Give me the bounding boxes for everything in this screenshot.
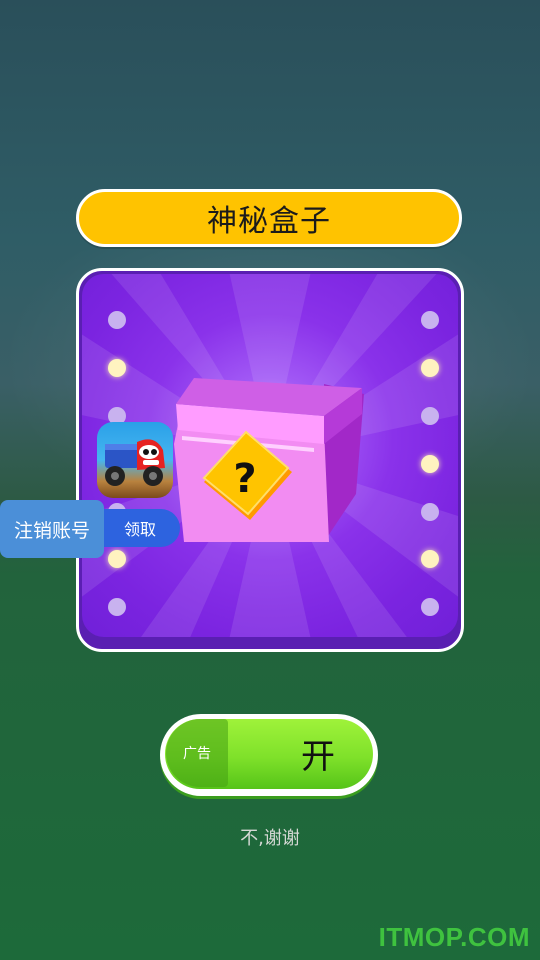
light-dot: [421, 503, 439, 521]
cancel-account-button[interactable]: 注销账号: [0, 500, 104, 558]
truck-icon: [105, 439, 165, 486]
light-dot: [421, 598, 439, 616]
open-button[interactable]: 广告 开: [160, 714, 378, 798]
light-dot: [421, 407, 439, 425]
watermark: ITMOP.COM: [378, 922, 530, 952]
light-dot: [421, 359, 439, 377]
claim-button[interactable]: 领取: [92, 509, 180, 547]
decline-link[interactable]: 不,谢谢: [0, 824, 540, 850]
dialog-title: 神秘盒子: [207, 204, 331, 239]
title-banner: 神秘盒子: [76, 189, 462, 247]
light-dot: [108, 550, 126, 568]
mystery-box-icon: ?: [174, 378, 364, 542]
open-button-label: 开: [301, 736, 335, 777]
ad-tag: 广告: [166, 719, 228, 787]
light-dot: [421, 311, 439, 329]
light-dot: [108, 598, 126, 616]
light-dot: [108, 311, 126, 329]
app-icon[interactable]: [97, 422, 173, 498]
light-dot: [421, 455, 439, 473]
light-dot: [421, 550, 439, 568]
svg-text:?: ?: [233, 456, 256, 502]
light-dot: [108, 359, 126, 377]
